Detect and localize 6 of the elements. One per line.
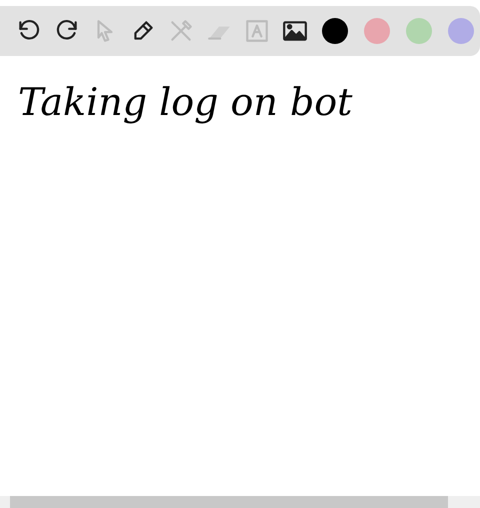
color-swatch[interactable] — [448, 18, 474, 44]
color-swatch[interactable] — [364, 18, 390, 44]
horizontal-scrollbar[interactable] — [0, 496, 480, 508]
handwritten-text: Taking log on bot — [18, 80, 352, 124]
color-swatch[interactable] — [322, 18, 348, 44]
color-swatch[interactable] — [406, 18, 432, 44]
